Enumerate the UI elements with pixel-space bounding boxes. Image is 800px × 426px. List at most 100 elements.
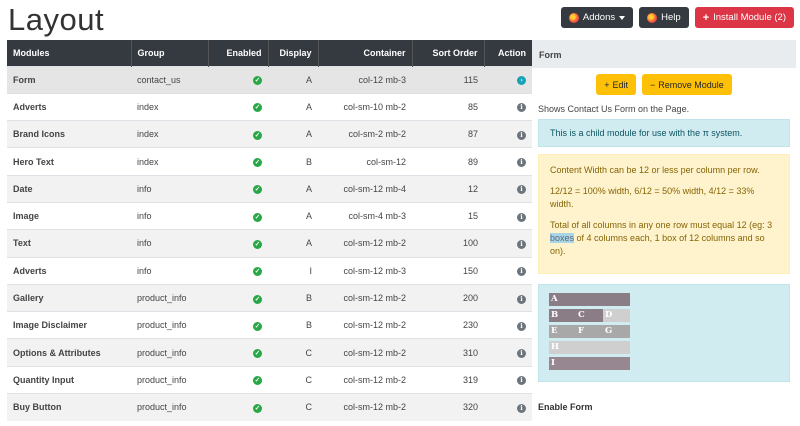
enabled-cell: ✓ [208,65,268,94]
module-group: index [131,120,208,148]
check-circle-icon[interactable]: ✓ [253,321,262,331]
module-group: contact_us [131,65,208,94]
module-name: Brand Icons [7,120,131,148]
module-description: Shows Contact Us Form on the Page. [538,104,690,114]
action-cell: i [484,229,532,258]
table-header-row: Modules Group Enabled Display Container … [7,40,532,66]
col-header-enabled[interactable]: Enabled [208,40,269,66]
module-sort-order: 320 [412,393,484,421]
help-button[interactable]: Help [639,7,689,28]
module-display: A [268,174,318,203]
check-circle-icon[interactable]: ✓ [253,376,262,386]
check-circle-icon[interactable]: ✓ [253,239,262,249]
remove-label: Remove Module [658,79,724,90]
module-display: B [268,311,318,339]
addons-button[interactable]: Addons [560,7,634,28]
grid-preview-cell: E [549,325,576,338]
module-display: A [268,92,318,121]
grid-preview-cell: B [549,309,576,322]
col-header-container[interactable]: Container [318,40,413,66]
info-circle-icon[interactable]: i [517,267,526,277]
col-header-group[interactable]: Group [131,40,209,66]
highlighted-text: boxes [550,233,575,243]
info-circle-icon[interactable]: i [517,349,526,359]
grid-preview-row: I [549,357,630,370]
enable-form-label: Enable Form [538,402,593,412]
panel-actions: + Edit − Remove Module [532,74,796,95]
check-circle-icon[interactable]: ✓ [253,212,262,222]
grid-preview-cell: D [603,309,630,322]
table-row[interactable]: Gallery product_info ✓ Bcol-sm-12 mb-2 200 i [7,283,532,312]
col-header-modules[interactable]: Modules [7,40,132,66]
table-row[interactable]: Text info ✓ Acol-sm-12 mb-2 100 i [7,229,532,258]
table-row[interactable]: Adverts info ✓ Icol-sm-12 mb-3 150 i [7,256,532,285]
module-name: Adverts [7,92,131,121]
enabled-cell: ✓ [208,365,268,394]
module-group: info [131,201,208,230]
modules-table-body: Form contact_us ✓ Acol-12 mb-3 115 › Adverts in… [7,65,532,421]
remove-module-button[interactable]: − Remove Module [641,74,732,95]
info-circle-icon[interactable]: i [517,185,526,195]
check-circle-icon[interactable]: ✓ [253,267,262,277]
edit-button[interactable]: + Edit [596,74,636,95]
module-detail-panel: Form + Edit − Remove Module Shows Contac… [532,40,796,426]
help-label: Help [661,12,681,23]
check-circle-icon[interactable]: ✓ [253,76,262,86]
module-display: A [268,229,318,258]
action-cell: i [484,201,532,230]
check-circle-icon[interactable]: ✓ [253,403,262,413]
module-sort-order: 100 [412,229,484,258]
info-circle-icon[interactable]: i [517,239,526,249]
action-cell: › [484,65,532,94]
action-cell: i [484,365,532,394]
module-container: col-sm-12 mb-2 [318,338,412,367]
table-row[interactable]: Adverts index ✓ Acol-sm-10 mb-2 85 i [7,92,532,121]
arrow-right-circle-icon[interactable]: › [517,76,526,86]
check-circle-icon[interactable]: ✓ [253,103,262,113]
table-row[interactable]: Quantity Input product_info ✓ Ccol-sm-12 mb… [7,365,532,394]
table-row[interactable]: Image Disclaimer product_info ✓ Bcol-sm-12 … [7,311,532,339]
plus-icon: + [604,79,610,90]
info-circle-icon[interactable]: i [517,294,526,304]
action-cell: i [484,338,532,367]
help-text-2: 12/12 = 100% width, 6/12 = 50% width, 4/… [550,186,755,209]
info-circle-icon[interactable]: i [517,321,526,331]
table-row[interactable]: Brand Icons index ✓ Acol-sm-2 mb-2 87 i [7,120,532,148]
info-circle-icon[interactable]: i [517,212,526,222]
check-circle-icon[interactable]: ✓ [253,294,262,304]
enabled-cell: ✓ [208,256,268,285]
check-circle-icon[interactable]: ✓ [253,130,262,140]
module-group: product_info [131,311,208,339]
action-cell: i [484,120,532,148]
module-name: Buy Button [7,393,131,421]
install-label: Install Module (2) [713,12,786,23]
check-circle-icon[interactable]: ✓ [253,185,262,195]
panel-title: Form [532,40,796,68]
action-cell: i [484,311,532,339]
module-container: col-12 mb-3 [318,65,412,94]
module-display: C [268,393,318,421]
table-row[interactable]: Form contact_us ✓ Acol-12 mb-3 115 › [7,65,532,94]
info-circle-icon[interactable]: i [517,103,526,113]
info-circle-icon[interactable]: i [517,130,526,140]
grid-preview-cell: I [549,357,630,370]
info-circle-icon[interactable]: i [517,376,526,386]
table-row[interactable]: Date info ✓ Acol-sm-12 mb-4 12 i [7,174,532,203]
install-module-button[interactable]: + Install Module (2) [694,7,794,28]
enabled-cell: ✓ [208,147,268,176]
check-circle-icon[interactable]: ✓ [253,349,262,359]
module-container: col-sm-10 mb-2 [318,92,412,121]
table-row[interactable]: Options & Attributes product_info ✓ Ccol-sm… [7,338,532,367]
table-row[interactable]: Image info ✓ Acol-sm-4 mb-3 15 i [7,201,532,230]
table-row[interactable]: Hero Text index ✓ Bcol-sm-12 89 i [7,147,532,176]
action-cell: i [484,283,532,312]
module-name: Options & Attributes [7,338,131,367]
col-header-sort-order[interactable]: Sort Order [412,40,485,66]
enabled-cell: ✓ [208,201,268,230]
table-row[interactable]: Buy Button product_info ✓ Ccol-sm-12 mb-2 32… [7,393,532,421]
info-circle-icon[interactable]: i [517,403,526,413]
col-header-display[interactable]: Display [268,40,319,66]
check-circle-icon[interactable]: ✓ [253,158,262,168]
module-name: Gallery [7,283,131,312]
info-circle-icon[interactable]: i [517,158,526,168]
